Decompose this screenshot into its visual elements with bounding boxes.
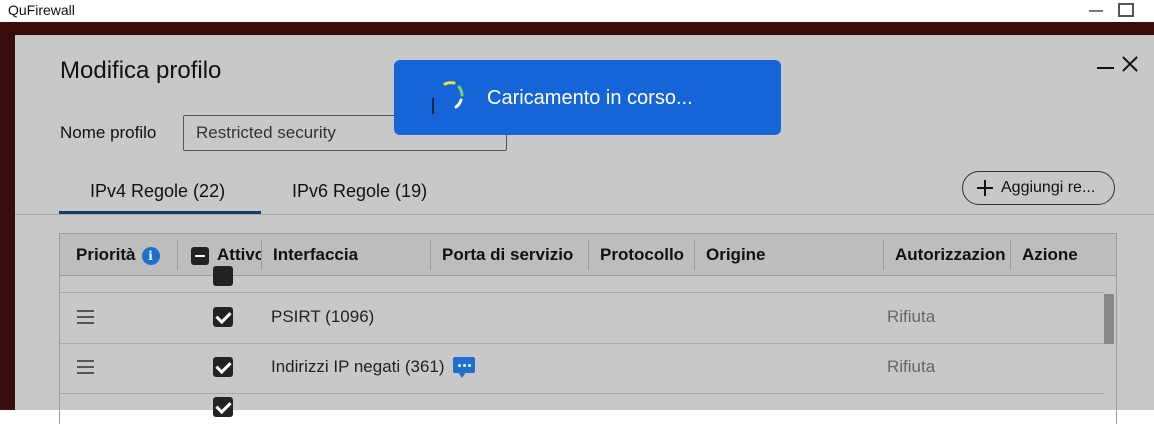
row-enabled-checkbox[interactable]: [213, 357, 233, 377]
dialog-title: Modifica profilo: [60, 57, 222, 84]
comment-icon[interactable]: [452, 357, 475, 378]
os-title-bar: QuFirewall: [0, 0, 1154, 22]
rules-table: Priorità i Attivo Interfaccia Porta di se…: [59, 233, 1117, 424]
table-row: [60, 266, 1104, 293]
column-header-interface[interactable]: Interfaccia: [273, 234, 358, 275]
table-row[interactable]: Indirizzi IP negati (361) Rifiuta: [60, 343, 1104, 394]
tab-ipv4-rules[interactable]: IPv4 Regole (22): [90, 181, 225, 202]
column-separator: [883, 240, 884, 270]
plus-icon: [977, 180, 993, 196]
rule-authorization: Rifiuta: [887, 357, 936, 376]
rule-name: Indirizzi IP negati (361): [271, 357, 445, 376]
loading-toast: Caricamento in corso...: [394, 60, 781, 135]
drag-handle-icon[interactable]: [77, 360, 94, 374]
window-title: QuFirewall: [8, 2, 75, 18]
column-separator: [588, 240, 589, 270]
dialog-minimize-button[interactable]: [1096, 61, 1114, 75]
window-minimize-button[interactable]: [1082, 0, 1110, 20]
column-separator: [430, 240, 431, 270]
minimize-icon: [1089, 10, 1103, 12]
table-row[interactable]: [60, 393, 1104, 424]
window-maximize-button[interactable]: [1112, 0, 1140, 20]
row-enabled-checkbox[interactable]: [213, 397, 233, 417]
minimize-icon: [1096, 67, 1114, 69]
column-header-authorization[interactable]: Autorizzazion: [895, 234, 1010, 275]
column-header-priority[interactable]: Priorità i: [76, 234, 160, 275]
info-icon[interactable]: i: [141, 246, 160, 265]
column-header-action[interactable]: Azione: [1022, 234, 1078, 275]
column-header-origin[interactable]: Origine: [706, 234, 766, 275]
column-header-service-port[interactable]: Porta di servizio: [442, 234, 573, 275]
rule-authorization: Rifiuta: [887, 307, 936, 326]
loading-spinner-icon: [432, 81, 464, 114]
profile-name-label: Nome profilo: [60, 123, 157, 142]
drag-handle-icon[interactable]: [77, 310, 94, 324]
rule-name-cell: Indirizzi IP negati (361): [271, 357, 475, 378]
column-header-protocol[interactable]: Protocollo: [600, 234, 684, 275]
tab-ipv6-rules[interactable]: IPv6 Regole (19): [292, 181, 427, 202]
rule-name: PSIRT (1096): [271, 307, 375, 326]
loading-text: Caricamento in corso...: [487, 87, 693, 109]
add-rule-button[interactable]: Aggiungi re...: [962, 171, 1115, 205]
column-separator: [261, 240, 262, 270]
table-scrollbar[interactable]: [1104, 294, 1114, 344]
maximize-icon: [1118, 3, 1134, 17]
row-enabled-checkbox[interactable]: [213, 307, 233, 327]
column-separator: [177, 240, 178, 270]
table-row[interactable]: PSIRT (1096) Rifiuta: [60, 293, 1104, 344]
dialog-close-button[interactable]: [1119, 53, 1141, 75]
row-enabled-checkbox[interactable]: [213, 266, 233, 286]
column-separator: [1010, 240, 1011, 270]
column-separator: [694, 240, 695, 270]
tabs-divider: [15, 214, 1154, 215]
add-rule-label: Aggiungi re...: [1001, 179, 1096, 196]
column-header-priority-label: Priorità: [76, 245, 136, 264]
select-all-checkbox[interactable]: [191, 246, 209, 265]
column-header-enabled-label: Attivo: [217, 245, 261, 264]
